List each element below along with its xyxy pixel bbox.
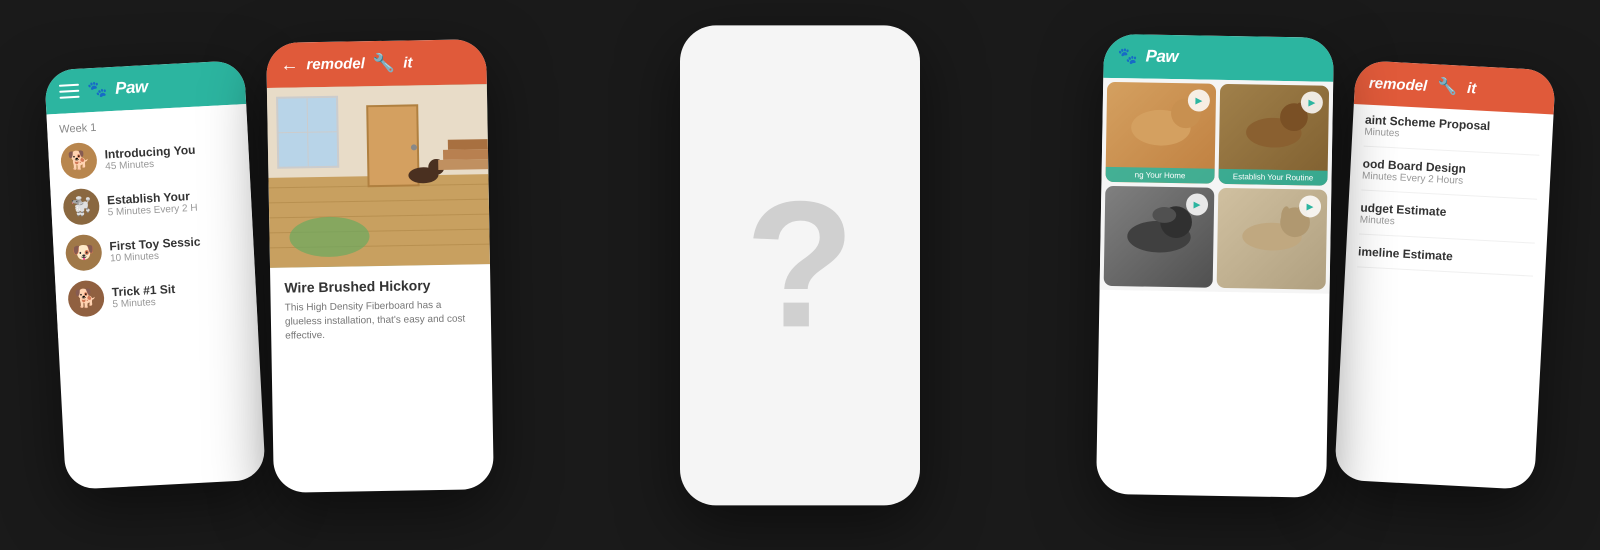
remodel-list-item-3[interactable]: udget Estimate Minutes [1359,200,1537,243]
back-icon[interactable]: ← [280,54,298,75]
avatar: 🐕 [60,142,98,180]
video-grid: ▶ ng Your Home ▶ Establish Your Routine [1104,82,1330,290]
paw-content-far-left: Week 1 🐕 Introducing You 45 Minutes 🐩 Es… [46,104,257,338]
paw-header-mid-right: 🐾 Paw [1103,34,1334,82]
remodel-it-far-right: it [1467,79,1477,96]
video-thumb-3[interactable]: ▶ [1104,186,1215,288]
video-thumb-2[interactable]: ▶ Establish Your Routine [1218,84,1329,186]
remodel-list-item-1[interactable]: aint Scheme Proposal Minutes [1364,113,1542,156]
remodel-article-desc: This High Density Fiberboard has a gluel… [285,298,478,343]
list-text: First Toy Sessic 10 Minutes [109,232,242,264]
remodel-tool-icon: 🔧 [1437,76,1458,97]
remodel-article-title: Wire Brushed Hickory [284,276,476,295]
avatar: 🐕 [67,280,105,318]
hamburger-icon[interactable] [59,84,80,99]
list-text: Introducing You 45 Minutes [104,140,237,172]
video-thumb-1[interactable]: ▶ ng Your Home [1105,82,1216,184]
remodel-header-left: ← remodel 🔧 it [266,39,487,88]
video-thumb-4[interactable]: ▶ [1217,188,1328,290]
avatar: 🐶 [65,234,103,272]
phone-center: ? [680,25,920,505]
paw-logo-icon-right: 🐾 [1117,46,1137,66]
divider-icon: 🔧 [373,53,396,74]
remodel-app-name: remodel [306,55,365,73]
list-text: Establish Your 5 Minutes Every 2 H [107,186,240,218]
question-mark-symbol: ? [745,175,855,355]
week-label: Week 1 [59,115,235,136]
list-item[interactable]: 🐶 First Toy Sessic 10 Minutes [65,226,243,271]
remodel-list-item-4[interactable]: imeline Estimate [1357,244,1534,276]
paw-video-grid: ▶ ng Your Home ▶ Establish Your Routine [1100,78,1334,294]
list-item[interactable]: 🐩 Establish Your 5 Minutes Every 2 H [62,181,240,226]
remodel-list: aint Scheme Proposal Minutes ood Board D… [1344,104,1553,295]
phone-mid-right: 🐾 Paw ▶ ng Your Home ▶ [1096,34,1334,498]
list-item[interactable]: 🐕 Introducing You 45 Minutes [60,135,238,180]
phone-mid-left: ← remodel 🔧 it [266,39,494,493]
remodel-text-area: Wire Brushed Hickory This High Density F… [270,264,492,356]
room-illustration [267,84,490,268]
main-scene: 🐾 Paw Week 1 🐕 Introducing You 45 Minute… [0,0,1600,550]
video-label-2: Establish Your Routine [1218,169,1327,186]
avatar: 🐩 [62,188,100,226]
remodel-list-item-2[interactable]: ood Board Design Minutes Every 2 Hours [1361,157,1539,200]
phone-far-left: 🐾 Paw Week 1 🐕 Introducing You 45 Minute… [44,60,266,490]
remodel-item-title-4: imeline Estimate [1358,244,1534,267]
phone-far-right: remodel 🔧 it aint Scheme Proposal Minute… [1334,60,1556,490]
list-text: Trick #1 Sit 5 Minutes [111,278,244,310]
video-label-1: ng Your Home [1105,167,1214,184]
remodel-app-name-far-right: remodel [1369,74,1428,94]
paw-app-name-right: Paw [1145,47,1178,68]
paw-app-name: Paw [115,77,149,99]
list-item[interactable]: 🐕 Trick #1 Sit 5 Minutes [67,272,245,317]
remodel-article-image [267,84,490,268]
paw-logo-icon: 🐾 [87,79,108,100]
remodel-app-name-it: it [403,54,412,71]
